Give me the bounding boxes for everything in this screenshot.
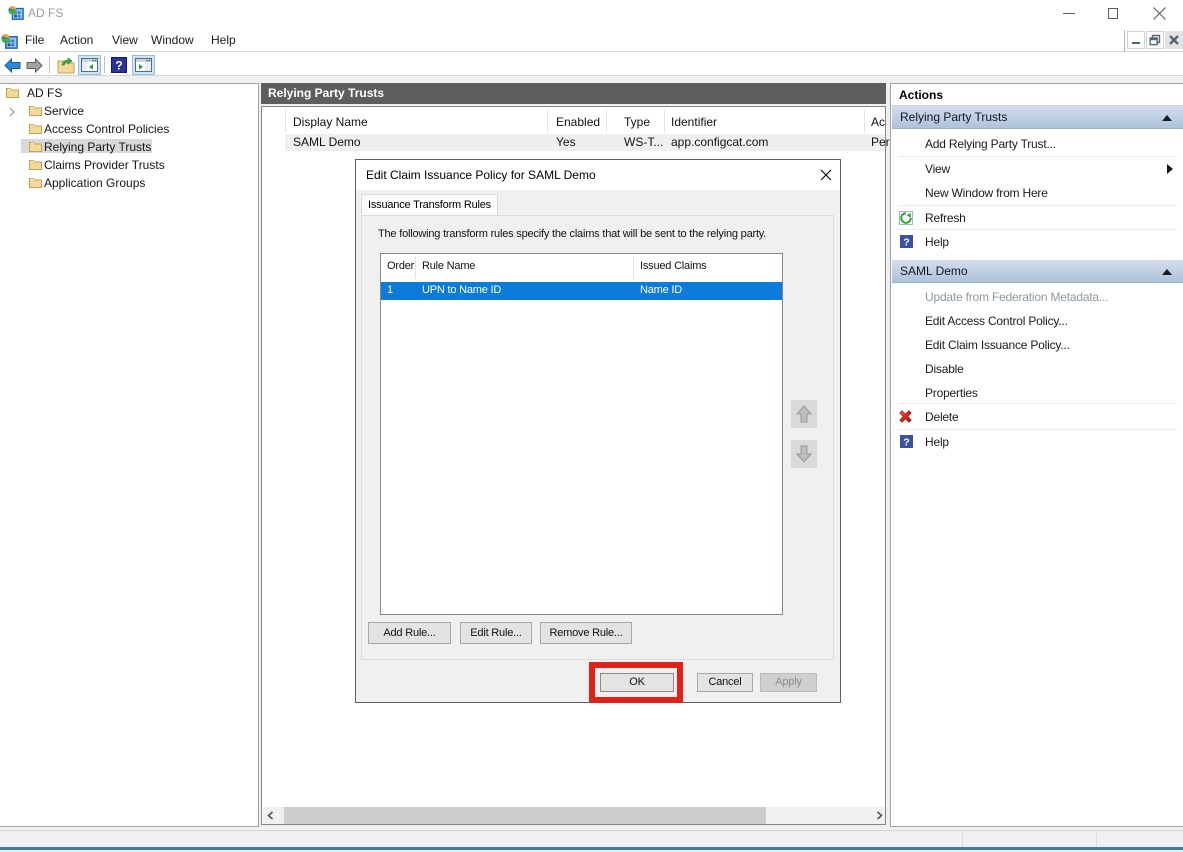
svg-text:?: ? bbox=[903, 437, 909, 449]
svg-text:?: ? bbox=[903, 237, 909, 249]
svg-text:?: ? bbox=[115, 59, 122, 73]
